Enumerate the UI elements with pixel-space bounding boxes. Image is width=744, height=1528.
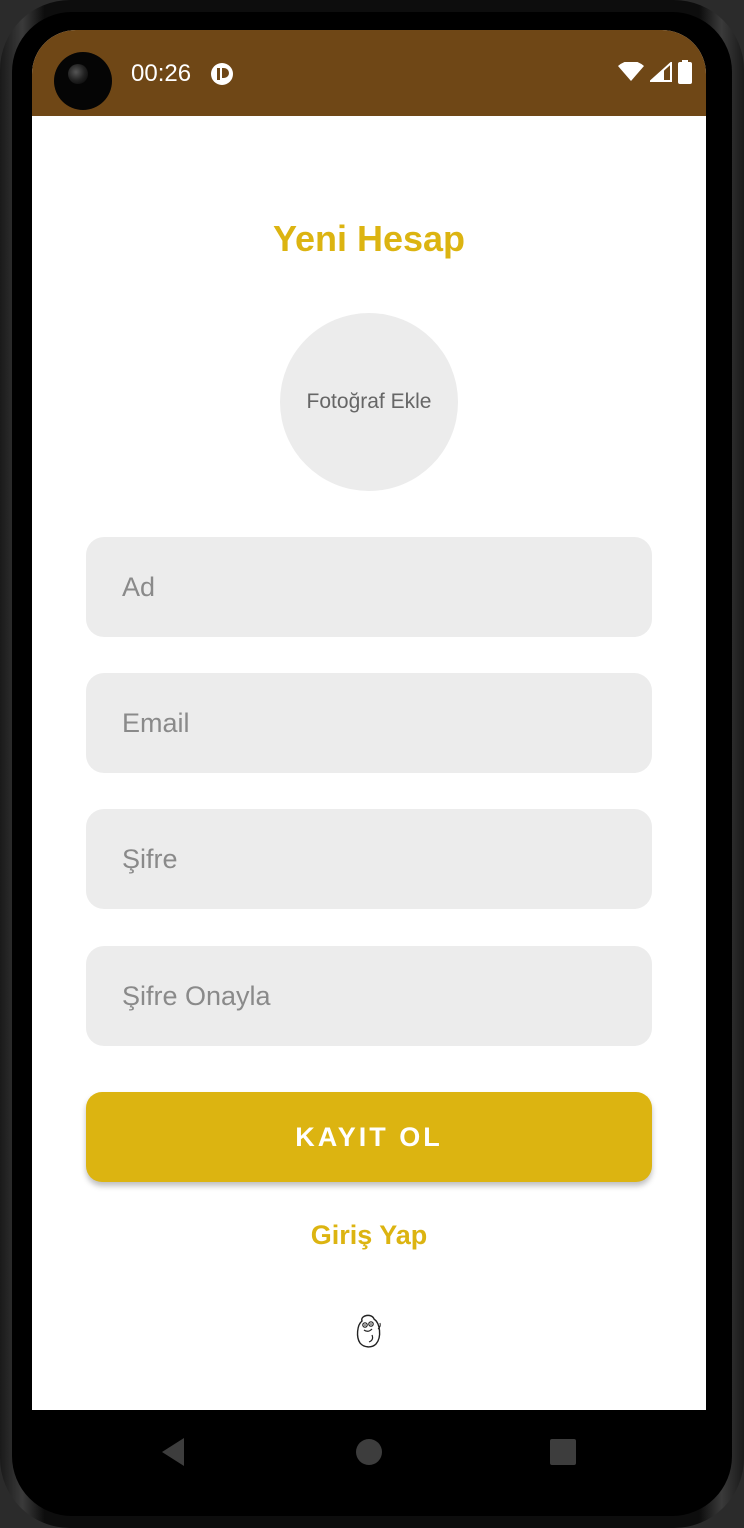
password-field[interactable] bbox=[86, 809, 652, 909]
confirm-password-field[interactable] bbox=[86, 946, 652, 1046]
recents-icon[interactable] bbox=[545, 1434, 581, 1470]
page-title: Yeni Hesap bbox=[272, 218, 466, 259]
back-icon[interactable] bbox=[156, 1434, 192, 1470]
add-photo-button[interactable]: Fotoğraf Ekle bbox=[280, 313, 458, 491]
cell-signal-icon bbox=[650, 62, 672, 82]
add-photo-label: Fotoğraf Ekle bbox=[306, 390, 432, 413]
login-link[interactable]: Giriş Yap bbox=[32, 1220, 706, 1251]
status-time: 00:26 bbox=[131, 60, 192, 87]
name-field[interactable] bbox=[86, 537, 652, 637]
mascot-icon bbox=[356, 1314, 381, 1348]
wifi-icon bbox=[618, 62, 644, 81]
register-button[interactable]: KAYIT OL bbox=[86, 1092, 652, 1182]
battery-icon bbox=[678, 60, 692, 84]
home-icon[interactable] bbox=[351, 1434, 387, 1470]
email-field[interactable] bbox=[86, 673, 652, 773]
status-bar: 00:26 bbox=[32, 30, 706, 116]
app-screen: 00:26 Yeni Hesap Fotoğraf Ekle KAYIT OL bbox=[32, 30, 706, 1410]
camera-lens bbox=[68, 64, 88, 84]
front-camera bbox=[54, 52, 112, 110]
navigation-bar bbox=[32, 1410, 706, 1494]
status-icons bbox=[618, 60, 692, 84]
app-notification-icon bbox=[211, 63, 233, 85]
